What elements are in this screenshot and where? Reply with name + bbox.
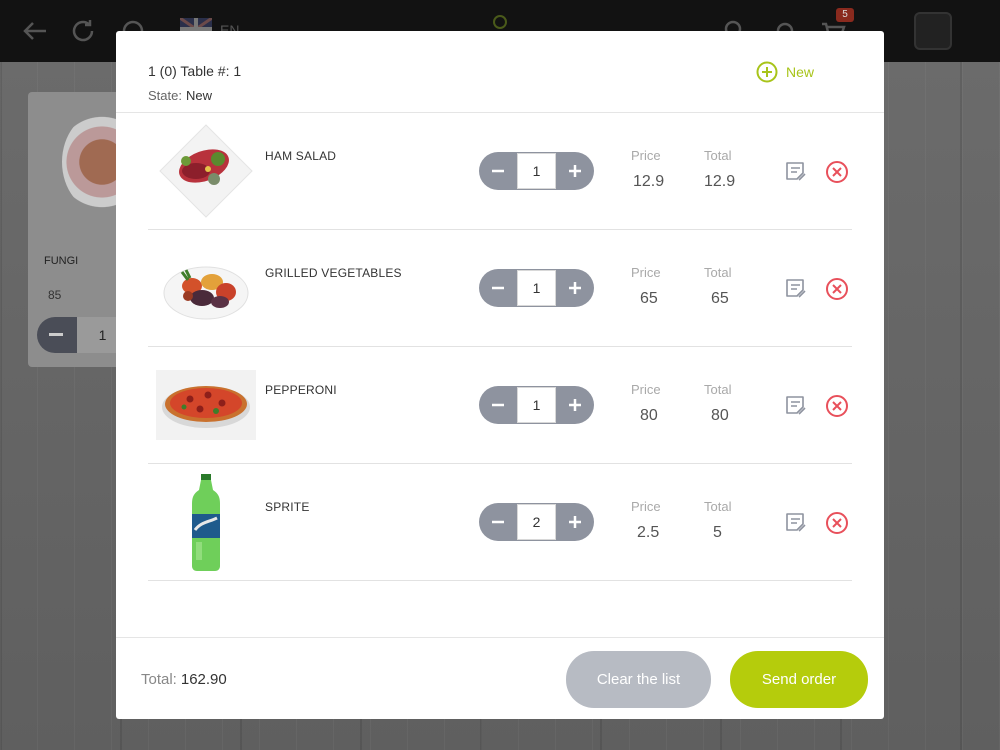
order-total-label: Total: xyxy=(141,671,177,688)
total-label: Total xyxy=(704,148,732,163)
plus-icon xyxy=(569,516,581,528)
quantity-stepper: 2 xyxy=(479,503,594,541)
order-total: Total: 162.90 xyxy=(141,671,227,688)
note-edit-icon[interactable] xyxy=(784,277,808,301)
quantity-value[interactable]: 1 xyxy=(517,270,556,306)
item-price: 12.9 xyxy=(633,173,665,190)
price-label: Price xyxy=(631,382,661,397)
decrease-button[interactable] xyxy=(479,269,517,307)
dialog-header: 1 (0) Table #: 1 State: New New xyxy=(116,31,884,113)
quantity-value[interactable]: 1 xyxy=(517,153,556,189)
quantity-stepper: 1 xyxy=(479,269,594,307)
note-edit-icon[interactable] xyxy=(784,394,808,418)
increase-button[interactable] xyxy=(556,503,594,541)
order-state: State: New xyxy=(148,88,212,103)
remove-item-icon[interactable] xyxy=(825,511,849,535)
item-name: PEPPERONI xyxy=(265,383,337,397)
quantity-stepper: 1 xyxy=(479,386,594,424)
increase-button[interactable] xyxy=(556,269,594,307)
item-total: 12.9 xyxy=(704,173,736,190)
quantity-stepper: 1 xyxy=(37,317,128,353)
order-item: PEPPERONI 1 Price 80 Total 80 xyxy=(148,347,852,464)
order-item: SPRITE 2 Price 2.5 Total 5 xyxy=(148,464,852,581)
decrease-button[interactable] xyxy=(479,386,517,424)
note-edit-icon[interactable] xyxy=(784,160,808,184)
new-order-label: New xyxy=(786,64,815,80)
remove-item-icon[interactable] xyxy=(825,160,849,184)
remove-item-icon[interactable] xyxy=(825,277,849,301)
item-name: GRILLED VEGETABLES xyxy=(265,266,402,280)
item-total: 80 xyxy=(711,407,729,424)
background-product-card: FUNGI 85 1 xyxy=(28,92,142,367)
back-arrow-icon[interactable] xyxy=(20,16,50,46)
plus-circle-icon xyxy=(756,61,778,83)
item-price: 65 xyxy=(640,290,658,307)
decrease-button[interactable] xyxy=(479,503,517,541)
minus-icon xyxy=(49,333,63,336)
order-total-value: 162.90 xyxy=(180,671,227,688)
item-name: SPRITE xyxy=(265,500,310,514)
state-label: State: xyxy=(148,88,182,103)
order-item: GRILLED VEGETABLES 1 Price 65 Total 65 xyxy=(148,230,852,347)
plus-icon xyxy=(569,165,581,177)
ham-salad-image xyxy=(159,124,253,218)
app-logo[interactable] xyxy=(914,12,952,50)
order-items-list: HAM SALAD 1 Price 12.9 Total 12.9 GRILLE… xyxy=(148,113,852,581)
minus-icon xyxy=(492,169,504,173)
state-value: New xyxy=(185,88,212,103)
total-label: Total xyxy=(704,499,732,514)
note-edit-icon[interactable] xyxy=(784,511,808,535)
price-label: Price xyxy=(631,265,661,280)
order-item: HAM SALAD 1 Price 12.9 Total 12.9 xyxy=(148,113,852,230)
total-label: Total xyxy=(704,382,732,397)
pepperoni-pizza-image xyxy=(156,370,256,440)
product-price: 85 xyxy=(48,288,62,302)
new-order-button[interactable]: New xyxy=(756,61,814,83)
cart-count-badge: 5 xyxy=(836,8,854,22)
order-title: 1 (0) Table #: 1 xyxy=(148,63,242,79)
send-order-button[interactable]: Send order xyxy=(730,651,868,708)
minus-icon xyxy=(492,286,504,290)
refresh-icon[interactable] xyxy=(68,16,98,46)
decrease-button[interactable] xyxy=(479,152,517,190)
order-dialog: 1 (0) Table #: 1 State: New New HAM SALA… xyxy=(116,31,884,719)
item-price: 2.5 xyxy=(637,524,660,541)
increase-button[interactable] xyxy=(556,386,594,424)
item-total: 5 xyxy=(713,524,722,541)
quantity-value[interactable]: 1 xyxy=(517,387,556,423)
price-label: Price xyxy=(631,148,661,163)
item-price: 80 xyxy=(640,407,658,424)
remove-item-icon[interactable] xyxy=(825,394,849,418)
plus-icon xyxy=(569,282,581,294)
minus-icon xyxy=(492,520,504,524)
minus-icon xyxy=(492,403,504,407)
increase-button[interactable] xyxy=(556,152,594,190)
item-total: 65 xyxy=(711,290,729,307)
dialog-footer: Total: 162.90 Clear the list Send order xyxy=(116,637,884,719)
plus-icon xyxy=(569,399,581,411)
product-name: FUNGI xyxy=(44,255,79,267)
grilled-vegetables-image xyxy=(163,266,249,320)
sprite-bottle-image xyxy=(192,474,220,571)
total-label: Total xyxy=(704,265,732,280)
clear-list-button[interactable]: Clear the list xyxy=(566,651,711,708)
item-name: HAM SALAD xyxy=(265,149,337,163)
quantity-value[interactable]: 2 xyxy=(517,504,556,540)
quantity-stepper: 1 xyxy=(479,152,594,190)
price-label: Price xyxy=(631,499,661,514)
